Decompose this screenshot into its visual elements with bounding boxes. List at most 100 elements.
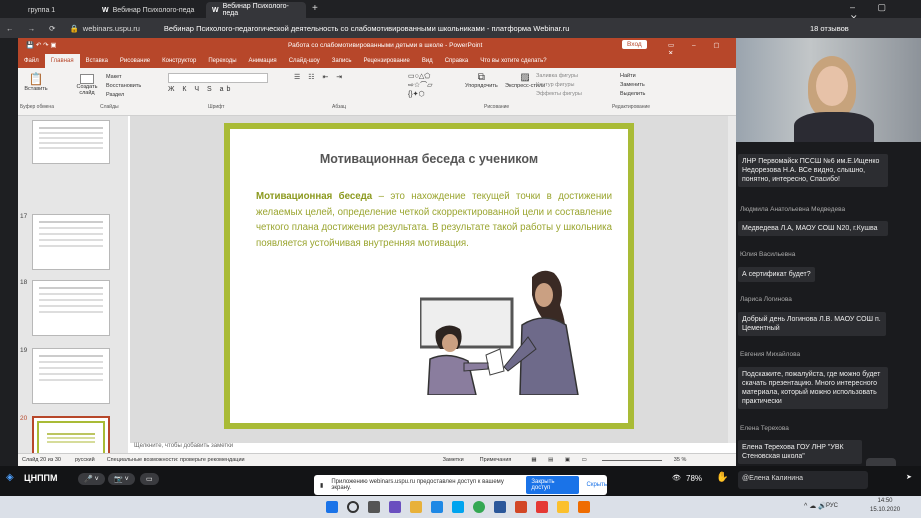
slide-options: Макет Восстановить Раздел [106, 73, 141, 100]
task-view-icon[interactable] [368, 501, 380, 513]
signin-button[interactable]: Вход [622, 40, 647, 49]
start-icon[interactable] [326, 501, 338, 513]
thumb-number: 17 [20, 213, 28, 220]
yandex-icon[interactable] [536, 501, 548, 513]
slide-thumbnail[interactable] [32, 280, 110, 336]
layout-button[interactable]: Макет [106, 73, 141, 82]
quick-access-icons[interactable]: 💾 ↶ ↷ ▣ [26, 41, 57, 49]
comments-button[interactable]: Примечания [480, 457, 512, 463]
browser-tab-2[interactable]: W Вебинар Психолого-педа [96, 2, 204, 18]
tab-file[interactable]: Файл [18, 58, 45, 64]
ppt-status-bar: Слайд 20 из 30 русский Специальные возмо… [18, 453, 736, 466]
new-slide-button[interactable]: Создать слайд [72, 74, 102, 100]
arrange-button[interactable]: ⧉ Упорядочить [465, 72, 498, 89]
slide-title[interactable]: Мотивационная беседа с учеником [230, 152, 628, 166]
font-name-field[interactable] [168, 73, 268, 83]
app-icon[interactable] [578, 501, 590, 513]
chat-app-icon[interactable] [389, 501, 401, 513]
store-icon[interactable] [452, 501, 464, 513]
paste-label: Вставить [24, 86, 48, 92]
send-icon[interactable]: ➤ [906, 473, 912, 481]
chrome-icon[interactable] [473, 501, 485, 513]
browser-tab-3[interactable]: W Вебинар Психолого-педа [206, 2, 306, 18]
section-button[interactable]: Раздел [106, 91, 141, 100]
view-buttons[interactable]: ▦ ▤ ▣ ▭ [531, 457, 591, 463]
file-explorer-icon[interactable] [410, 501, 422, 513]
raise-hand-icon[interactable]: ✋ [716, 472, 728, 483]
screen-share-notice: ▮ Приложению webinars.uspu.ru предоставл… [314, 475, 607, 495]
chat-message: Добрый день Логинова Л.В. МАОУ СОШ п. Це… [738, 312, 886, 336]
thumb-number: 20 [20, 415, 28, 422]
tab-draw[interactable]: Рисование [114, 58, 156, 64]
chat-message: Медведева Л.А, МАОУ СОШ N20, г.Кушва [738, 221, 888, 236]
eye-icon: 👁 [672, 475, 681, 482]
vertical-scrollbar[interactable] [728, 116, 736, 443]
tab-view[interactable]: Вид [416, 58, 439, 64]
select-button[interactable]: Выделить [620, 90, 645, 99]
speaker-video[interactable] [736, 38, 921, 142]
webinar-icon: W [102, 6, 109, 14]
slide-thumbnail[interactable] [32, 348, 110, 404]
search-icon[interactable] [347, 501, 359, 513]
camera-button[interactable]: 📷 ˅ [108, 473, 135, 485]
notes-button[interactable]: Заметки [443, 457, 464, 463]
font-format-buttons[interactable]: Ж К Ч S ab [168, 86, 233, 93]
shape-fill-button[interactable]: Заливка фигуры [536, 72, 582, 81]
tab-record[interactable]: Запись [326, 58, 358, 64]
tab-home[interactable]: Главная [44, 54, 80, 68]
replace-button[interactable]: Заменить [620, 81, 645, 90]
viewer-percent: 78% [686, 474, 703, 483]
system-tray-icons[interactable]: ^ ☁ 🔊 [804, 502, 827, 510]
tab-insert[interactable]: Вставка [80, 58, 114, 64]
clock-time: 14:50 [877, 498, 893, 504]
tab-help[interactable]: Справка [439, 58, 475, 64]
browser-tab-1[interactable]: группа 1 [22, 2, 92, 18]
tell-me-search[interactable]: Что вы хотите сделать? [474, 58, 552, 64]
thumb-lines [47, 433, 95, 435]
shape-effects-button[interactable]: Эффекты фигуры [536, 90, 582, 99]
paste-button[interactable]: 📋 Вставить [22, 72, 50, 98]
slide-thumbnail[interactable] [32, 120, 110, 164]
nav-arrows-icon[interactable]: ← → ⟳ [6, 24, 61, 33]
slide-thumbnail[interactable] [32, 214, 110, 270]
shape-format-options: Заливка фигуры Контур фигуры Эффекты фиг… [536, 72, 582, 99]
microphone-button[interactable]: 🎤 ˅ [78, 473, 105, 485]
language-indicator[interactable]: РУС [826, 503, 838, 509]
zoom-slider[interactable] [601, 459, 662, 461]
slide-body[interactable]: Мотивационная беседа – это нахождение те… [256, 189, 612, 251]
editing-options: Найти Заменить Выделить [620, 72, 645, 99]
tab-animation[interactable]: Анимация [243, 58, 283, 64]
tab-design[interactable]: Конструктор [156, 58, 202, 64]
accessibility-status[interactable]: Специальные возможности: проверьте реком… [107, 457, 245, 463]
clock[interactable]: 14:50 15.10.2020 [870, 497, 900, 515]
zoom-level[interactable]: 35 % [674, 457, 687, 463]
stop-sharing-button[interactable]: Закрыть доступ [526, 476, 579, 494]
powerpoint-icon[interactable] [515, 501, 527, 513]
language-indicator[interactable]: русский [75, 457, 95, 463]
current-slide[interactable]: Мотивационная беседа с учеником Мотиваци… [224, 123, 634, 429]
slide-term: Мотивационная беседа [256, 191, 373, 202]
group-label-editing: Редактирование [612, 104, 651, 110]
edge-icon[interactable] [431, 501, 443, 513]
word-icon[interactable] [494, 501, 506, 513]
new-tab-button[interactable]: + [312, 3, 318, 14]
tab-review[interactable]: Рецензирование [357, 58, 415, 64]
hide-notice-button[interactable]: Скрыть [587, 482, 607, 488]
tab-transitions[interactable]: Переходы [202, 58, 242, 64]
url-text[interactable]: webinars.uspu.ru [83, 24, 140, 33]
paragraph-buttons[interactable]: ☰ ☷ ⇤ ⇥ [294, 73, 345, 81]
notes-pane[interactable]: Щелкните, чтобы добавить заметки [130, 443, 736, 453]
clock-date: 15.10.2020 [870, 507, 901, 513]
app-icon[interactable] [557, 501, 569, 513]
screen-share-button[interactable]: ▭ [140, 473, 159, 485]
shape-outline-button[interactable]: Контур фигуры [536, 81, 582, 90]
reviews-badge[interactable]: 18 отзывов [810, 24, 849, 33]
chat-input[interactable]: @Елена Калинина [738, 471, 868, 489]
tab-slideshow[interactable]: Слайд-шоу [283, 58, 326, 64]
reset-button[interactable]: Восстановить [106, 82, 141, 91]
chat-author: Людмила Анатольевна Медведева [740, 206, 846, 213]
chat-message: А сертификат будет? [738, 267, 815, 282]
blackboard [420, 297, 514, 349]
find-button[interactable]: Найти [620, 72, 645, 81]
shapes-gallery[interactable]: ▭○△⬠ ⇨☆⌒▱ {}✦⬡ [408, 72, 460, 100]
